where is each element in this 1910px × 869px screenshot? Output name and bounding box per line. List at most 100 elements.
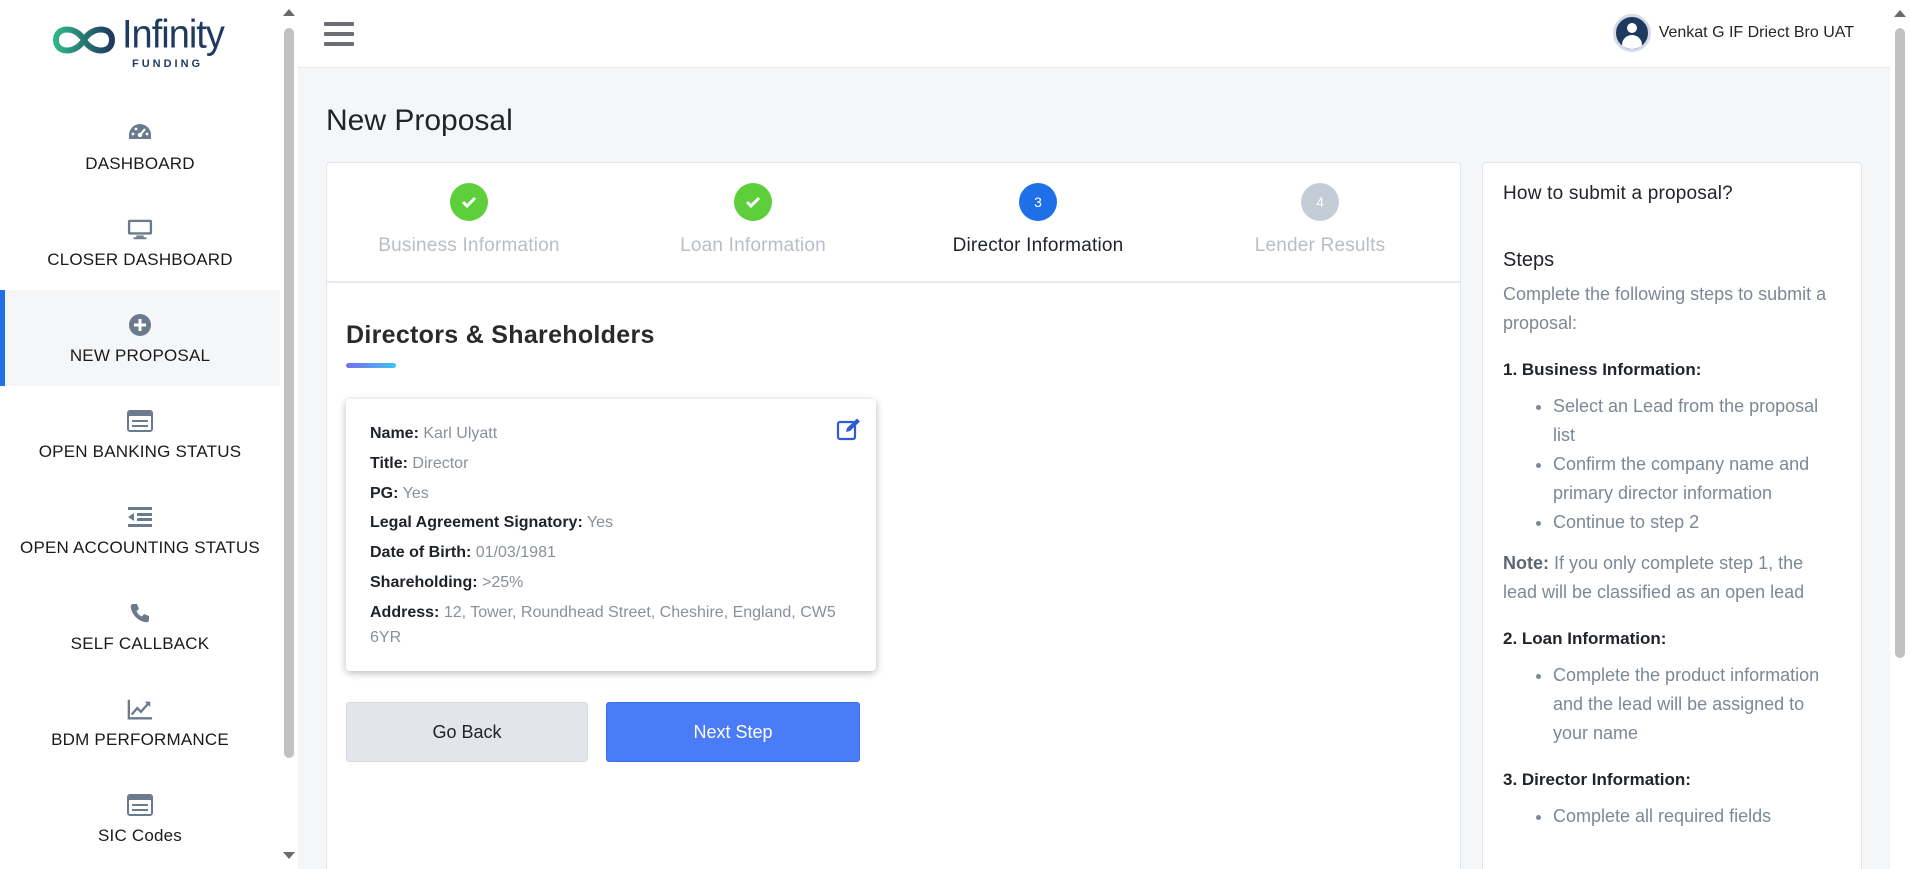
help-step2-heading: 2. Loan Information: [1503, 629, 1667, 648]
director-card: Name: Karl Ulyatt Title: Director PG: Ye… [346, 399, 876, 671]
field-label: PG: [370, 484, 399, 502]
step-label: Lender Results [1254, 235, 1386, 256]
director-pg-field: PG: Yes [370, 479, 852, 509]
help-step3-list: Complete all required fields [1503, 802, 1841, 831]
sidebar-nav: DASHBOARD CLOSER DASHBOARD NEW PROPOSAL … [0, 98, 280, 866]
step-director-information[interactable]: 3 Director Information [896, 183, 1180, 257]
sidebar-item-label: BDM PERFORMANCE [51, 730, 229, 749]
go-back-button[interactable]: Go Back [346, 702, 588, 762]
sidebar-item-open-banking-status[interactable]: OPEN BANKING STATUS [0, 386, 280, 482]
field-value: Karl Ulyatt [423, 425, 498, 442]
sidebar-item-label: NEW PROPOSAL [69, 346, 211, 365]
help-step3-heading: 3. Director Information: [1503, 770, 1691, 789]
step-number: 4 [1301, 183, 1339, 221]
field-value: 01/03/1981 [475, 544, 556, 562]
step-lender-results[interactable]: 4 Lender Results [1178, 183, 1462, 257]
field-value: Director [412, 454, 469, 472]
user-avatar-icon [1612, 14, 1651, 52]
director-shareholding-field: Shareholding: >25% [370, 568, 852, 598]
list-item: Confirm the company name and primary dir… [1553, 450, 1841, 508]
sidebar-item-label: CLOSER DASHBOARD [47, 250, 233, 269]
top-bar: Venkat G IF Driect Bro UAT [298, 0, 1890, 68]
dashboard-gauge-icon [127, 120, 153, 146]
help-note: Note: If you only complete step 1, the l… [1503, 549, 1841, 607]
check-icon [734, 183, 772, 221]
next-step-button[interactable]: Next Step [606, 702, 860, 762]
field-value: Yes [402, 484, 429, 502]
note-text: If you only complete step 1, the lead wi… [1503, 553, 1805, 602]
infinity-funding-logo[interactable]: Infinity FUNDING [50, 12, 240, 70]
step-label: Business Information [378, 235, 560, 256]
director-address-field: Address: 12, Tower, Roundhead Street, Ch… [370, 600, 852, 650]
sidebar-item-bdm-performance[interactable]: BDM PERFORMANCE [0, 674, 280, 770]
field-value: 12, Tower, Roundhead Street, Cheshire, E… [370, 603, 836, 646]
step-number: 3 [1019, 183, 1057, 221]
sidebar-item-self-callback[interactable]: SELF CALLBACK [0, 578, 280, 674]
sidebar-item-sic-codes[interactable]: SIC Codes [0, 770, 280, 866]
sidebar-scrollbar-thumb[interactable] [284, 28, 294, 758]
plus-circle-icon [127, 312, 153, 338]
browser-window-icon [127, 408, 153, 434]
brand-name: Infinity [122, 12, 225, 58]
note-label: Note: [1503, 553, 1549, 573]
sidebar-scroll-up-icon[interactable] [283, 9, 295, 16]
section-title: Directors & Shareholders [346, 321, 655, 349]
step-label: Director Information [952, 235, 1124, 256]
proposal-stepper: Business Information Loan Information 3 … [327, 163, 1460, 283]
proposal-card: Business Information Loan Information 3 … [326, 162, 1461, 869]
field-value: >25% [482, 573, 524, 591]
director-signatory-field: Legal Agreement Signatory: Yes [370, 508, 852, 538]
help-panel: How to submit a proposal? Steps Complete… [1482, 162, 1862, 869]
field-label: Legal Agreement Signatory: [370, 514, 583, 532]
sidebar-item-new-proposal[interactable]: NEW PROPOSAL [0, 290, 280, 386]
line-chart-icon [127, 696, 153, 722]
step-loan-information[interactable]: Loan Information [611, 183, 895, 257]
indent-list-icon [127, 504, 153, 530]
step-business-information[interactable]: Business Information [327, 183, 611, 257]
sidebar-item-label: SELF CALLBACK [70, 634, 210, 653]
help-step2-list: Complete the product information and the… [1503, 661, 1841, 748]
phone-icon [127, 600, 153, 626]
help-step1-list: Select an Lead from the proposal list Co… [1503, 392, 1841, 537]
field-label: Title: [370, 454, 408, 472]
field-value: Yes [586, 514, 614, 532]
user-menu[interactable]: Venkat G IF Driect Bro UAT [1612, 14, 1854, 52]
help-intro: Complete the following steps to submit a… [1503, 284, 1827, 333]
sidebar-item-label: OPEN BANKING STATUS [38, 442, 242, 461]
edit-icon[interactable] [836, 417, 862, 441]
brand-sub: FUNDING [132, 58, 204, 70]
sidebar: Infinity FUNDING DASHBOARD CLOSER DASHBO… [0, 0, 280, 869]
help-step1-heading: 1. Business Information: [1503, 360, 1702, 379]
sidebar-item-dashboard[interactable]: DASHBOARD [0, 98, 280, 194]
sidebar-item-open-accounting-status[interactable]: OPEN ACCOUNTING STATUS [0, 482, 280, 578]
page-scrollbar-thumb[interactable] [1895, 28, 1905, 658]
field-label: Address: [370, 603, 440, 621]
field-label: Shareholding: [370, 573, 478, 591]
field-label: Date of Birth: [370, 544, 472, 562]
director-dob-field: Date of Birth: 01/03/1981 [370, 538, 852, 568]
help-title: How to submit a proposal? [1503, 183, 1733, 204]
sidebar-item-label: DASHBOARD [85, 154, 195, 173]
director-name-field: Name: Karl Ulyatt [370, 419, 852, 449]
list-item: Select an Lead from the proposal list [1553, 392, 1841, 450]
sidebar-item-label: SIC Codes [97, 826, 182, 845]
help-steps-heading: Steps [1503, 249, 1555, 271]
browser-window-icon [127, 792, 153, 818]
hamburger-menu-icon[interactable] [324, 22, 354, 46]
sidebar-item-closer-dashboard[interactable]: CLOSER DASHBOARD [0, 194, 280, 290]
director-title-field: Title: Director [370, 449, 852, 479]
field-label: Name: [370, 425, 419, 442]
list-item: Complete all required fields [1553, 802, 1841, 831]
list-item: Complete the product information and the… [1553, 661, 1841, 748]
section-underline [346, 363, 396, 368]
check-icon [450, 183, 488, 221]
infinity-symbol-icon [52, 26, 116, 54]
page-scroll-up-icon[interactable] [1894, 10, 1906, 17]
user-name: Venkat G IF Driect Bro UAT [1658, 24, 1854, 41]
sidebar-item-label: OPEN ACCOUNTING STATUS [20, 538, 260, 557]
sidebar-scroll-down-icon[interactable] [283, 852, 295, 859]
list-item: Continue to step 2 [1553, 508, 1841, 537]
step-label: Loan Information [680, 235, 826, 256]
page-title: New Proposal [326, 104, 513, 137]
monitor-icon [127, 216, 153, 242]
